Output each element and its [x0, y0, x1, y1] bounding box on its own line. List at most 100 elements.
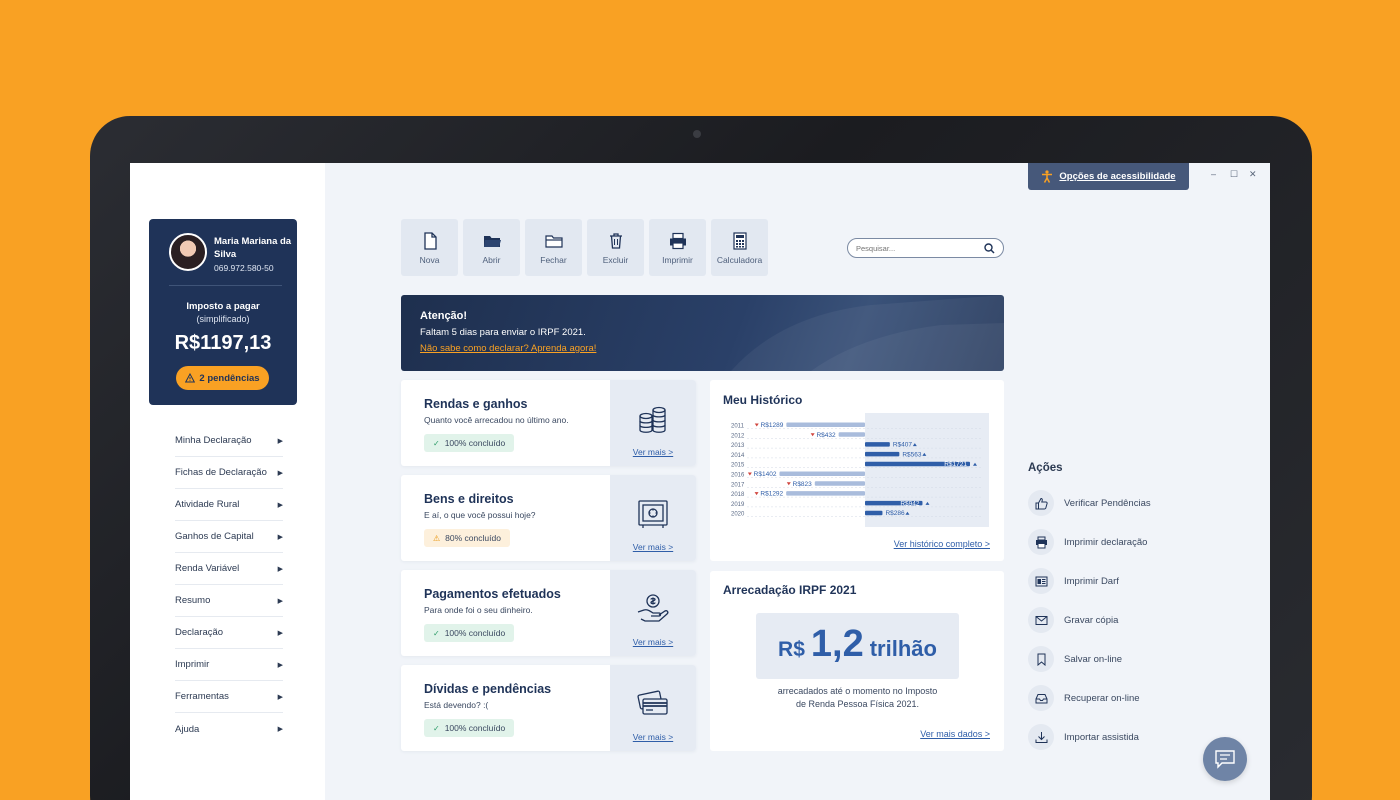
app-window: Maria Mariana da Silva 069.972.580-50 Im… — [130, 163, 1270, 800]
folder-icon — [544, 234, 563, 248]
revenue-description: arrecadados até o momento no Imposto de … — [750, 685, 965, 711]
sidebar-item-label: Atividade Rural — [175, 499, 240, 510]
action-gravar-copia[interactable]: Gravar cópia — [1028, 607, 1118, 633]
chart-bar — [865, 451, 900, 457]
calculator-button[interactable]: Calculadora — [711, 219, 768, 276]
sidebar: Maria Mariana da Silva 069.972.580-50 Im… — [130, 163, 325, 800]
banner-title: Atenção! — [420, 310, 468, 322]
action-imprimir-declaracao[interactable]: Imprimir declaração — [1028, 529, 1147, 555]
chart-value-label: R$563 — [902, 451, 922, 458]
sidebar-item-label: Ajuda — [175, 723, 200, 735]
revenue-desc-line2: de Renda Pessoa Física 2021. — [795, 699, 920, 709]
thumbs-up-icon — [1035, 497, 1048, 509]
chart-value-label: R$407 — [893, 442, 913, 449]
print-button[interactable]: Imprimir — [649, 219, 706, 276]
revenue-link[interactable]: Ver mais dados > — [920, 729, 990, 739]
status-label: 100% concluído — [444, 628, 506, 638]
chart-year-label: 2019 — [731, 502, 745, 508]
close-icon[interactable]: ✕ — [1249, 169, 1257, 180]
card-subtitle: E aí, o que você possui hoje? — [424, 510, 536, 520]
chart-year-label: 2013 — [731, 443, 745, 449]
search-icon[interactable] — [984, 242, 995, 254]
accessibility-button[interactable]: Opções de acessibilidade — [1028, 163, 1189, 190]
sidebar-item-label: Declaração — [175, 627, 224, 638]
search-input[interactable] — [856, 243, 984, 253]
sidebar-item-atividade-rural[interactable]: Atividade Rural ▶ — [175, 489, 283, 521]
revenue-title: Arrecadação IRPF 2021 — [723, 583, 857, 597]
alert-banner: Atenção! Faltam 5 dias para enviar o IRP… — [401, 295, 1004, 371]
chart-bar — [865, 442, 890, 447]
sidebar-item-ferramentas[interactable]: Ferramentas ▶ — [175, 681, 283, 713]
safe-icon — [638, 500, 668, 528]
card-bens-side: Ver mais > — [610, 475, 696, 561]
new-button[interactable]: Nova — [401, 219, 458, 276]
chart-value-label: R$1289 — [761, 422, 784, 429]
pending-button[interactable]: 2 pendências — [176, 366, 269, 390]
chart-year-label: 2015 — [731, 463, 745, 469]
action-verificar-pendencias[interactable]: Verificar Pendências — [1028, 490, 1151, 516]
profile-divider — [169, 285, 282, 286]
chart-year-label: 2018 — [731, 492, 745, 498]
sidebar-item-resumo[interactable]: Resumo ▶ — [175, 585, 283, 617]
actions-title: Ações — [1028, 462, 1063, 474]
action-salvar-online[interactable]: Salvar on-line — [1028, 646, 1122, 672]
pending-label: 2 pendências — [199, 372, 260, 384]
minimize-icon[interactable]: – — [1211, 169, 1216, 179]
caret-right-icon: ▶ — [277, 565, 283, 573]
accessibility-icon — [1042, 170, 1053, 183]
card-more-link[interactable]: Ver mais > — [633, 637, 673, 647]
card-title: Bens e direitos — [424, 492, 514, 506]
action-imprimir-darf[interactable]: Imprimir Darf — [1028, 568, 1119, 594]
accessibility-label: Opções de acessibilidade — [1059, 171, 1176, 182]
action-importar-assistida[interactable]: Importar assistida — [1028, 724, 1139, 750]
card-subtitle: Está devendo? :( — [424, 700, 489, 710]
coins-icon — [639, 406, 666, 433]
sidebar-item-fichas[interactable]: Fichas de Declaração ▶ — [175, 457, 283, 489]
chart-value-label: R$432 — [816, 432, 836, 439]
history-link[interactable]: Ver histórico completo > — [894, 539, 990, 549]
calculator-label: Calculadora — [716, 254, 763, 265]
maximize-icon[interactable]: ☐ — [1230, 169, 1238, 180]
check-icon: ✓ — [433, 628, 440, 638]
status-badge: ✓ 100% concluído — [424, 624, 515, 642]
sidebar-item-ganhos-capital[interactable]: Ganhos de Capital ▶ — [175, 521, 283, 553]
sidebar-item-ajuda[interactable]: Ajuda ▶ — [175, 713, 283, 745]
close-file-button[interactable]: Fechar — [525, 219, 582, 276]
sidebar-menu: Minha Declaração ▶ Fichas de Declaração ▶ … — [175, 425, 283, 745]
bookmark-icon — [1037, 653, 1045, 666]
card-more-link[interactable]: Ver mais > — [633, 447, 673, 457]
delete-button[interactable]: Excluir — [587, 219, 644, 276]
document-icon — [1035, 576, 1047, 586]
print-label: Imprimir — [662, 254, 693, 265]
open-label: Abrir — [482, 254, 501, 265]
chart-value-label: R$1721 — [944, 461, 967, 468]
action-label: Gravar cópia — [1064, 614, 1119, 626]
card-subtitle: Quanto você arrecadou no último ano. — [424, 415, 569, 425]
chat-button[interactable] — [1203, 737, 1247, 781]
open-folder-icon — [483, 235, 501, 247]
banner-link[interactable]: Não sabe como declarar? Aprenda agora! — [420, 343, 596, 354]
caret-right-icon: ▶ — [277, 533, 283, 541]
banner-text: Faltam 5 dias para enviar o IRPF 2021. — [420, 327, 586, 338]
open-button[interactable]: Abrir — [463, 219, 520, 276]
action-recuperar-online[interactable]: Recuperar on-line — [1028, 685, 1140, 711]
search-box — [847, 238, 1004, 258]
action-label: Recuperar on-line — [1064, 692, 1140, 704]
sidebar-item-declaracao[interactable]: Declaração ▶ — [175, 617, 283, 649]
caret-right-icon: ▶ — [277, 437, 283, 445]
status-badge: ⚠ 80% concluído — [424, 529, 510, 547]
action-label: Imprimir Darf — [1064, 575, 1119, 587]
chart-year-label: 2012 — [731, 433, 745, 439]
sidebar-item-label: Imprimir — [175, 659, 210, 670]
chart-value-label: R$1402 — [754, 471, 777, 478]
sidebar-item-minha-declaracao[interactable]: Minha Declaração ▶ — [175, 425, 283, 457]
delete-label: Excluir — [602, 254, 629, 265]
sidebar-item-label: Minha Declaração — [175, 435, 252, 446]
sidebar-item-imprimir[interactable]: Imprimir ▶ — [175, 649, 283, 681]
card-more-link[interactable]: Ver mais > — [633, 732, 673, 742]
card-more-link[interactable]: Ver mais > — [633, 542, 673, 552]
chart-value-label: R$823 — [793, 481, 813, 488]
revenue-currency: R$ — [778, 638, 805, 661]
sidebar-item-renda-variavel[interactable]: Renda Variável ▶ — [175, 553, 283, 585]
close-file-label: Fechar — [540, 254, 567, 265]
